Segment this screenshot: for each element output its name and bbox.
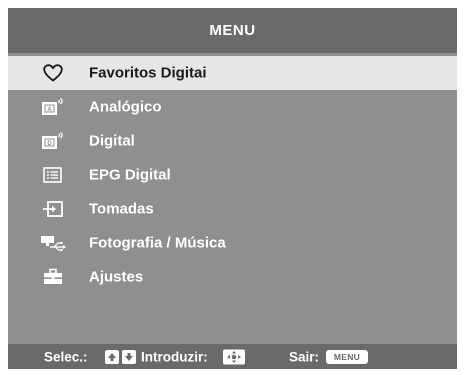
menu-item-label: Tomadas bbox=[89, 200, 154, 218]
menu-item-label: Analógico bbox=[89, 98, 162, 116]
svg-text:A: A bbox=[47, 107, 52, 113]
menu-item-label: Fotografia / Música bbox=[89, 234, 226, 252]
menu-item-label: Ajustes bbox=[89, 268, 144, 286]
usb-media-icon bbox=[40, 232, 66, 254]
menu-title-bar: MENU bbox=[8, 8, 457, 53]
menu-item-epg-digital[interactable]: EPG Digital bbox=[8, 158, 457, 192]
down-arrow-key-icon bbox=[122, 349, 136, 364]
menu-item-label: Favoritos Digitai bbox=[89, 64, 207, 82]
menu-list: Favoritos Digitai A Analógico D Digital … bbox=[8, 56, 457, 294]
menu-item-tomadas[interactable]: Tomadas bbox=[8, 192, 457, 226]
enter-dpad-key-icon bbox=[223, 349, 245, 364]
heart-icon bbox=[40, 62, 66, 84]
menu-item-analogico[interactable]: A Analógico bbox=[8, 90, 457, 124]
analog-tv-icon: A bbox=[40, 96, 66, 118]
menu-item-favoritos-digitai[interactable]: Favoritos Digitai bbox=[8, 56, 457, 90]
epg-guide-icon bbox=[40, 164, 66, 186]
menu-item-ajustes[interactable]: Ajustes bbox=[8, 260, 457, 294]
tv-menu-screen: MENU Favoritos Digitai A Analógico D Dig… bbox=[8, 8, 457, 369]
menu-item-label: Digital bbox=[89, 132, 135, 150]
input-source-icon bbox=[40, 198, 66, 220]
menu-item-digital[interactable]: D Digital bbox=[8, 124, 457, 158]
help-footer: Selec.: Introduzir: Sair: MENU bbox=[8, 344, 457, 369]
menu-item-fotografia-musica[interactable]: Fotografia / Música bbox=[8, 226, 457, 260]
select-help-label: Selec.: bbox=[44, 349, 88, 364]
up-arrow-key-icon bbox=[105, 349, 119, 364]
toolbox-icon bbox=[40, 266, 66, 288]
enter-help-label: Introduzir: bbox=[141, 349, 208, 364]
svg-text:D: D bbox=[47, 141, 52, 147]
menu-key-icon: MENU bbox=[326, 349, 368, 364]
menu-title: MENU bbox=[209, 22, 256, 39]
menu-item-label: EPG Digital bbox=[89, 166, 171, 184]
digital-tv-icon: D bbox=[40, 130, 66, 152]
exit-help-label: Sair: bbox=[289, 349, 320, 364]
